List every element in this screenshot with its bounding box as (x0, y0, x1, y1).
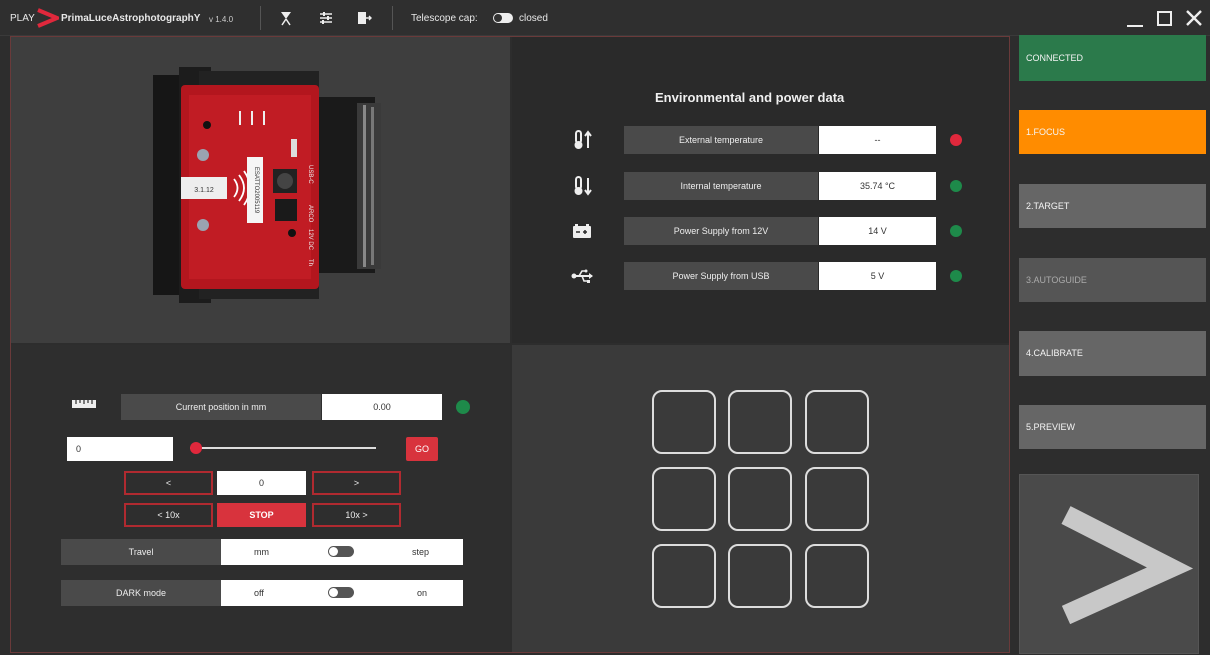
env-value: 14 V (819, 217, 936, 245)
telescope-icon[interactable] (278, 10, 294, 26)
dark-mode-toggle[interactable] (328, 587, 354, 598)
step-forward-10x-button[interactable]: 10x > (312, 503, 401, 527)
env-value: 35.74 °C (819, 172, 936, 200)
env-label: Power Supply from USB (624, 262, 818, 290)
go-button[interactable]: GO (406, 437, 438, 461)
grid-cell[interactable] (728, 467, 792, 531)
env-label: External temperature (624, 126, 818, 154)
telescope-cap-label: Telescope cap: (411, 13, 478, 24)
app-window: PLAY PrimaLuceAstrophotographY v 1.4.0 T… (0, 0, 1210, 655)
grid-cell[interactable] (728, 390, 792, 454)
chevron-right-icon (1061, 506, 1194, 625)
minimize-icon[interactable] (1124, 6, 1146, 30)
env-label: Power Supply from 12V (624, 217, 818, 245)
grid-cell[interactable] (728, 544, 792, 608)
step-calibrate-button[interactable]: 4.CALIBRATE (1019, 331, 1206, 376)
camera-port-dc: 12V DC (307, 229, 313, 251)
grid-cell[interactable] (652, 467, 716, 531)
current-position-value: 0.00 (322, 394, 442, 420)
status-indicator (950, 270, 962, 282)
stop-button[interactable]: STOP (217, 503, 306, 527)
dark-mode-option-off: off (254, 588, 264, 598)
travel-toggle-row: mm step (221, 539, 463, 565)
close-icon[interactable] (1183, 6, 1205, 30)
temperature-down-icon (574, 176, 592, 196)
status-indicator (950, 180, 962, 192)
status-indicator (950, 225, 962, 237)
version-label: v 1.4.0 (209, 15, 234, 24)
camera-label-version: 3.1.12 (194, 187, 214, 194)
connected-button[interactable]: CONNECTED (1019, 35, 1206, 81)
battery-icon (573, 224, 591, 238)
play-label: PLAY (10, 13, 35, 24)
env-value: -- (819, 126, 936, 154)
preview-grid-panel (512, 345, 1009, 652)
current-position-label: Current position in mm (121, 394, 321, 420)
env-label: Internal temperature (624, 172, 818, 200)
env-value: 5 V (819, 262, 936, 290)
title-divider (392, 6, 393, 30)
travel-option-mm: mm (254, 547, 269, 557)
next-step-button[interactable] (1019, 474, 1199, 654)
title-bar: PLAY PrimaLuceAstrophotographY v 1.4.0 T… (0, 0, 1210, 36)
camera-port-usb: USB-C (307, 165, 313, 184)
position-slider-handle[interactable] (190, 442, 202, 454)
camera-port-th: Th (307, 259, 313, 266)
esatto-focuser-illustration: 3.1.12 ESATTO2005119 USB-C ARCO 12V DC T… (153, 67, 381, 303)
ruler-icon (72, 400, 96, 408)
grid-cell[interactable] (805, 467, 869, 531)
dark-mode-toggle-row: off on (221, 580, 463, 606)
travel-option-step: step (412, 547, 430, 557)
temperature-up-icon (574, 130, 592, 149)
primaluce-logo-icon (37, 8, 59, 28)
environment-title: Environmental and power data (655, 90, 845, 105)
camera-port-arco: ARCO (307, 205, 313, 223)
title-divider (260, 6, 261, 30)
dark-mode-label: DARK mode (61, 580, 221, 606)
step-size-input[interactable]: 0 (217, 471, 306, 495)
status-indicator (950, 134, 962, 146)
focuser-image-panel: 3.1.12 ESATTO2005119 USB-C ARCO 12V DC T… (11, 37, 510, 343)
grid-cell[interactable] (805, 390, 869, 454)
export-icon[interactable] (356, 10, 372, 26)
step-forward-button[interactable]: > (312, 471, 401, 495)
travel-label: Travel (61, 539, 221, 565)
step-back-button[interactable]: < (124, 471, 213, 495)
position-slider-track[interactable] (190, 447, 376, 449)
maximize-icon[interactable] (1154, 6, 1176, 30)
position-status-indicator (456, 400, 470, 414)
dark-mode-option-on: on (417, 588, 428, 598)
telescope-cap-toggle[interactable] (493, 13, 513, 23)
grid-cell[interactable] (805, 544, 869, 608)
usb-icon (571, 269, 593, 283)
step-back-10x-button[interactable]: < 10x (124, 503, 213, 527)
sliders-icon[interactable] (318, 10, 334, 26)
step-target-button[interactable]: 2.TARGET (1019, 184, 1206, 228)
travel-toggle[interactable] (328, 546, 354, 557)
grid-cell[interactable] (652, 544, 716, 608)
grid-cell[interactable] (652, 390, 716, 454)
step-autoguide-button[interactable]: 3.AUTOGUIDE (1019, 258, 1206, 302)
step-focus-button[interactable]: 1.FOCUS (1019, 110, 1206, 154)
target-position-input[interactable]: 0 (67, 437, 173, 461)
step-preview-button[interactable]: 5.PREVIEW (1019, 405, 1206, 449)
telescope-cap-state: closed (519, 13, 548, 24)
camera-serial-label: ESATTO2005119 (253, 167, 259, 214)
brand-name: PrimaLuceAstrophotographY (61, 13, 201, 24)
